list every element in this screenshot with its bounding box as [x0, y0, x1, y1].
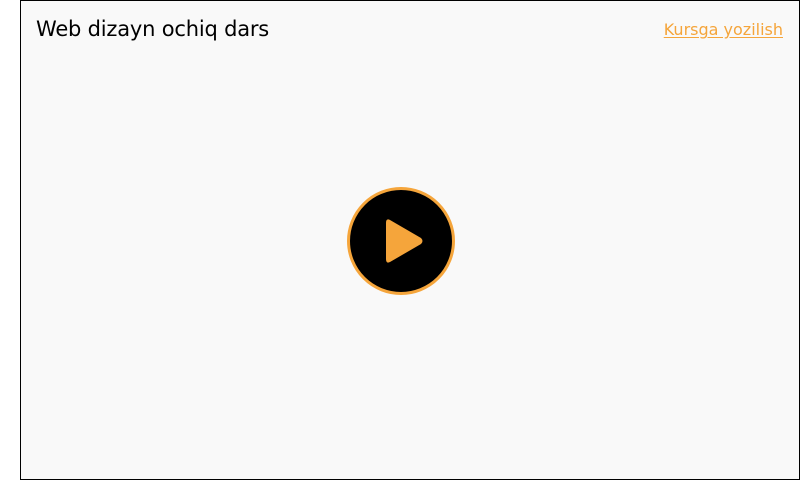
lesson-title: Web dizayn ochiq dars: [36, 17, 270, 41]
play-icon: [386, 219, 423, 263]
play-button[interactable]: [347, 187, 455, 295]
enroll-course-link[interactable]: Kursga yozilish: [664, 19, 783, 41]
video-lesson-card: Web dizayn ochiq dars Kursga yozilish: [20, 0, 800, 480]
card-header: Web dizayn ochiq dars Kursga yozilish: [36, 15, 783, 45]
